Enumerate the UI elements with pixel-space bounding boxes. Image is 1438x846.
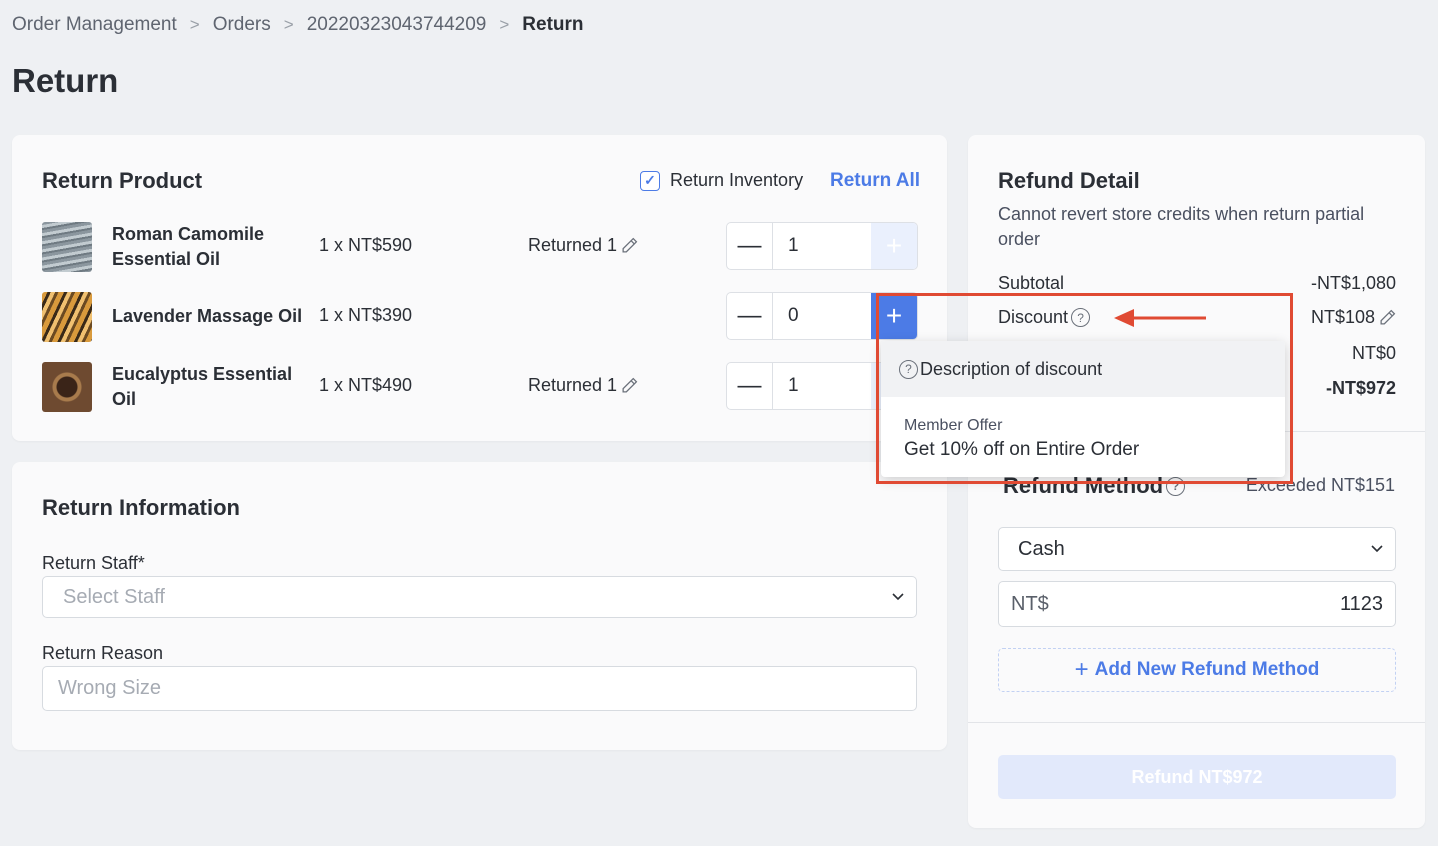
discount-value-wrap: NT$108 [1311,307,1396,328]
annotation-highlight-box [876,293,1293,484]
quantity-value[interactable]: 1 [773,223,871,269]
return-reason-input[interactable]: Wrong Size [42,666,917,711]
product-name-line: Oil [112,389,137,409]
checkmark-icon: ✓ [640,170,660,191]
breadcrumb-orders[interactable]: Orders [213,14,271,36]
currency-label: NT$ [1011,592,1049,615]
decrement-button[interactable]: — [727,223,773,269]
returned-label: Returned 1 [528,375,618,395]
annotation-arrow-icon [1114,309,1206,327]
pencil-icon[interactable] [621,377,638,394]
pencil-icon[interactable] [1379,309,1396,326]
product-price: 1 x NT$590 [319,235,413,255]
product-name-line: Eucalyptus Essential [112,364,293,384]
return-reason-placeholder: Wrong Size [58,677,162,699]
add-refund-method-button[interactable]: + Add New Refund Method [998,648,1396,692]
product-name: Lavender Massage Oil [112,304,302,329]
refund-detail-subtitle: Cannot revert store credits when return … [998,204,1365,249]
product-price: 1 x NT$490 [319,375,413,395]
product-row: Eucalyptus Essential Oil 1 x NT$490 Retu… [42,362,922,414]
return-inventory-checkbox[interactable]: ✓ Return Inventory [640,170,803,191]
subtotal-row: Subtotal -NT$1,080 [998,273,1396,294]
add-refund-method-label: Add New Refund Method [1094,659,1320,680]
product-thumbnail [42,362,92,412]
product-thumbnail [42,292,92,342]
page-title: Return [12,62,119,99]
amount-value: 1123 [1339,592,1383,615]
product-row: Lavender Massage Oil 1 x NT$390 — 0 + [42,292,922,344]
return-all-link[interactable]: Return All [830,170,920,192]
returned-status: Returned 1 [528,235,638,256]
discount-value: NT$108 [1310,307,1375,327]
pencil-icon[interactable] [621,237,638,254]
returned-status: Returned 1 [528,375,638,396]
product-price: 1 x NT$390 [319,305,413,325]
return-product-title: Return Product [42,168,203,193]
divider [968,722,1425,723]
quantity-value[interactable]: 1 [773,363,871,409]
plus-icon: + [1074,656,1089,683]
chevron-down-icon [1371,545,1383,553]
chevron-down-icon [892,593,904,601]
quantity-value[interactable]: 0 [773,293,871,339]
quantity-stepper: — 1 + [726,222,918,270]
refund-button[interactable]: Refund NT$972 [998,755,1396,799]
refund-method-select[interactable]: Cash [998,527,1396,571]
return-staff-label: Return Staff* [42,553,145,573]
return-information-title: Return Information [42,495,240,520]
subtotal-value: -NT$1,080 [1310,273,1396,293]
chevron-right-icon: > [499,15,510,34]
chevron-right-icon: > [283,15,294,34]
product-name: Eucalyptus Essential Oil [112,362,292,412]
returned-label: Returned 1 [528,235,618,255]
product-name-line: Roman Camomile [112,224,265,244]
product-name: Roman Camomile Essential Oil [112,222,264,272]
refund-method-value: Cash [1018,537,1065,560]
total-value: -NT$972 [1325,378,1396,398]
increment-button[interactable]: + [871,223,917,269]
breadcrumb: Order Management > Orders > 202203230437… [12,14,584,36]
breadcrumb-current: Return [522,14,584,35]
product-thumbnail [42,222,92,272]
refund-amount-input[interactable]: NT$ 1123 [998,581,1396,627]
refund-detail-title: Refund Detail [998,168,1140,193]
product-name-line: Lavender Massage Oil [112,306,303,326]
subtotal-label: Subtotal [998,273,1065,293]
return-information-card: Return Information Return Staff* Select … [12,462,947,750]
breadcrumb-order-id[interactable]: 20220323043744209 [307,14,487,36]
return-staff-select[interactable]: Select Staff [42,576,917,618]
product-row: Roman Camomile Essential Oil 1 x NT$590 … [42,222,922,274]
return-staff-placeholder: Select Staff [63,585,165,608]
return-product-card: Return Product ✓ Return Inventory Return… [12,135,947,441]
return-inventory-label: Return Inventory [670,170,804,190]
decrement-button[interactable]: — [727,293,773,339]
product-name-line: Essential Oil [112,249,221,269]
chevron-right-icon: > [189,15,200,34]
breadcrumb-order-management[interactable]: Order Management [12,14,177,36]
summary-value: NT$0 [1351,343,1396,363]
decrement-button[interactable]: — [727,363,773,409]
return-reason-label: Return Reason [42,643,164,663]
